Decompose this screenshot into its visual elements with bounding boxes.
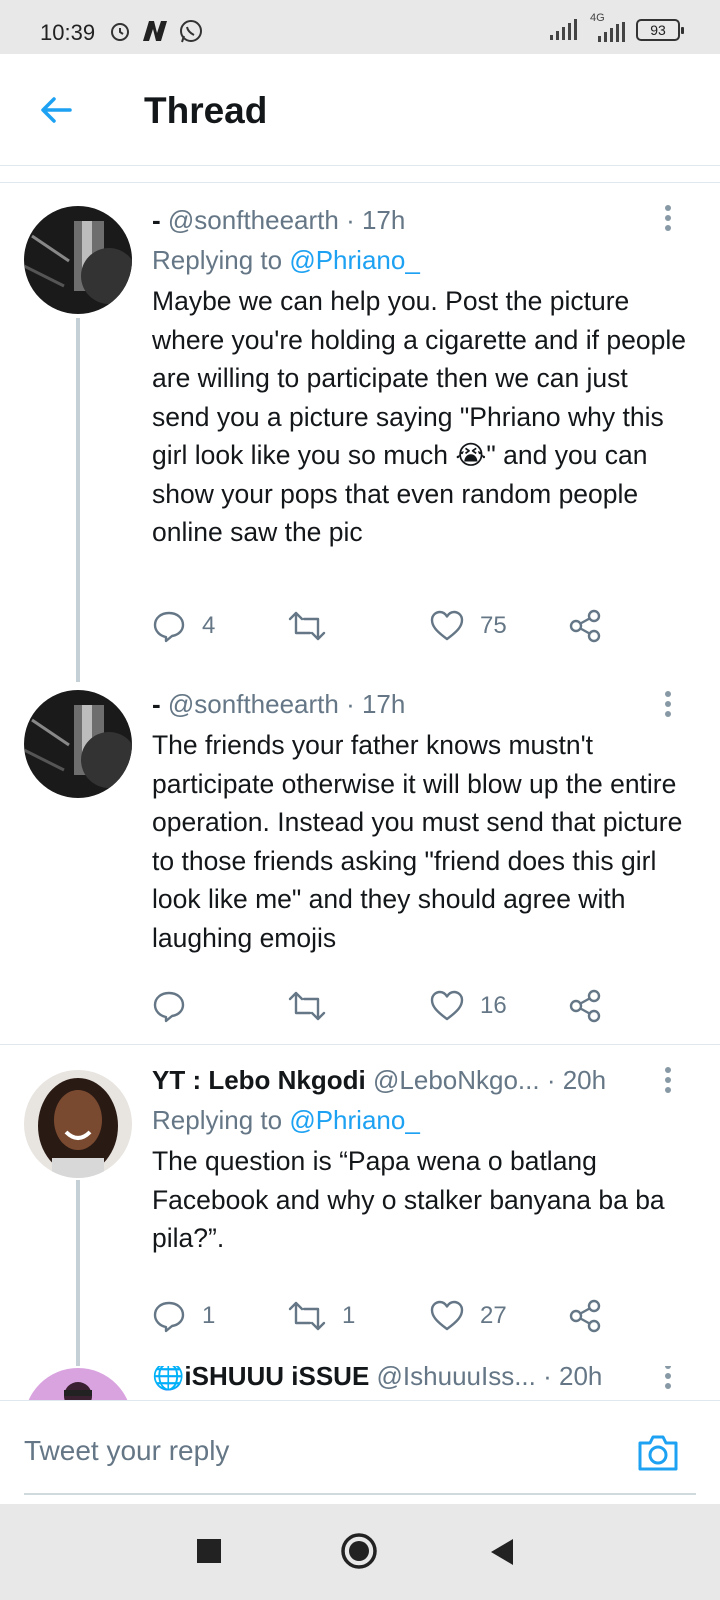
signal-4g-icon: 4G [588, 12, 626, 42]
n-app-icon [143, 21, 167, 41]
user-handle[interactable]: @LeboNkgo... [373, 1065, 540, 1095]
like-button[interactable]: 75 [430, 606, 507, 646]
tweet-header: 🌐iSHUUU iSSUE @IshuuuIss... · 20h [152, 1366, 688, 1396]
share-icon [569, 609, 601, 643]
reply-button[interactable]: 4 [152, 606, 215, 646]
tweet-actions: 1 1 27 [152, 1296, 612, 1336]
thread-connector-line [76, 318, 80, 682]
user-handle[interactable]: @IshuuuIss... [377, 1366, 536, 1391]
battery-icon: 93 [636, 19, 684, 41]
tweet-text: Maybe we can help you. Post the picture … [152, 286, 686, 547]
tweet-content: YT : Lebo Nkgodi @LeboNkgo... · 20h Repl… [152, 1060, 688, 1258]
battery-level: 93 [650, 22, 666, 38]
tweet-header: - @sonftheearth · 17h [152, 200, 688, 240]
retweet-icon [288, 611, 326, 641]
tweet-time: · 17h [346, 205, 406, 235]
camera-icon[interactable] [636, 1433, 680, 1473]
tweet-header: YT : Lebo Nkgodi @LeboNkgo... · 20h [152, 1060, 688, 1100]
heart-icon [430, 610, 464, 641]
recent-apps-button[interactable] [196, 1538, 222, 1564]
like-button[interactable]: 27 [430, 1296, 507, 1336]
user-handle[interactable]: @sonftheearth [168, 205, 339, 235]
avatar[interactable] [24, 690, 132, 798]
replying-to-label: Replying to [152, 245, 283, 275]
tweet[interactable]: - @sonftheearth · 17h Replying to @Phria… [0, 200, 720, 690]
retweet-count: 1 [342, 1302, 356, 1329]
back-arrow-icon[interactable] [36, 90, 76, 130]
tweet-time: · 17h [346, 689, 406, 719]
heart-icon [430, 990, 464, 1021]
tweet-content: - @sonftheearth · 17h Replying to @Phria… [152, 200, 688, 552]
reply-icon [153, 1301, 185, 1333]
share-icon [569, 1299, 601, 1333]
reply-count: 4 [202, 612, 216, 639]
replying-to: Replying to @Phriano_ [152, 1100, 688, 1140]
replying-to-link[interactable]: @Phriano_ [289, 245, 419, 275]
share-button[interactable] [568, 1296, 602, 1336]
signal-icon [550, 19, 577, 40]
system-nav-bar [0, 1504, 720, 1600]
reply-count: 1 [202, 1302, 216, 1329]
avatar[interactable] [24, 1368, 132, 1400]
like-button[interactable]: 16 [430, 986, 507, 1026]
tweet-header: - @sonftheearth · 17h [152, 684, 688, 724]
display-name[interactable]: - [152, 689, 161, 719]
user-handle[interactable]: @sonftheearth [168, 689, 339, 719]
tweet-content: 🌐iSHUUU iSSUE @IshuuuIss... · 20h [152, 1366, 688, 1396]
replying-to-link[interactable]: @Phriano_ [289, 1105, 419, 1135]
status-notification-icons [108, 18, 204, 44]
tweet-time: · 20h [546, 1065, 607, 1095]
tweet[interactable]: - @sonftheearth · 17h The friends your f… [0, 689, 720, 1045]
display-name[interactable]: - [152, 205, 161, 235]
status-bar: 10:39 4G 93 [0, 0, 720, 54]
retweet-button[interactable]: 1 [288, 1296, 355, 1336]
tweet-time: · 20h [543, 1366, 603, 1391]
tweet[interactable]: 🌐iSHUUU iSSUE @IshuuuIss... · 20h [0, 1366, 720, 1400]
share-icon [569, 989, 601, 1023]
reply-composer: Tweet your reply [0, 1400, 720, 1504]
replying-to: Replying to @Phriano_ [152, 240, 688, 280]
retweet-icon [288, 991, 326, 1021]
tweet-actions: 16 [152, 986, 612, 1026]
reply-button[interactable]: 1 [152, 1296, 215, 1336]
reply-input[interactable]: Tweet your reply [24, 1435, 229, 1467]
retweet-icon [288, 1301, 326, 1331]
retweet-button[interactable] [288, 606, 342, 646]
avatar[interactable] [24, 1070, 132, 1178]
avatar[interactable] [24, 206, 132, 314]
thread-connector-line [76, 1180, 80, 1366]
reply-icon [153, 991, 185, 1023]
display-name[interactable]: YT : Lebo Nkgodi [152, 1065, 366, 1095]
tweet-divider [0, 1044, 720, 1045]
whatsapp-icon [180, 20, 202, 43]
heart-icon [430, 1300, 464, 1331]
back-button[interactable] [490, 1538, 514, 1566]
tweet-text: The question is “Papa wena o batlang Fac… [152, 1146, 665, 1253]
tweet-actions: 4 75 [152, 606, 612, 646]
thread-header: Thread [0, 54, 720, 166]
status-time: 10:39 [40, 20, 96, 45]
reply-input-underline [24, 1493, 696, 1495]
like-count: 16 [480, 992, 507, 1019]
share-button[interactable] [568, 606, 602, 646]
share-button[interactable] [568, 986, 602, 1026]
status-right-icons: 4G 93 [548, 12, 684, 42]
header-divider [0, 182, 720, 183]
tweet[interactable]: YT : Lebo Nkgodi @LeboNkgo... · 20h Repl… [0, 1065, 720, 1366]
reply-icon [153, 611, 185, 643]
like-count: 27 [480, 1302, 507, 1329]
home-button[interactable] [340, 1532, 378, 1570]
retweet-button[interactable] [288, 986, 342, 1026]
alarm-icon [111, 23, 129, 41]
reply-button[interactable] [152, 986, 202, 1026]
display-name[interactable]: 🌐iSHUUU iSSUE [152, 1366, 369, 1391]
page-title: Thread [144, 90, 268, 131]
tweet-content: - @sonftheearth · 17h The friends your f… [152, 684, 688, 957]
like-count: 75 [480, 612, 507, 639]
tweet-text: The friends your father knows mustn't pa… [152, 730, 683, 953]
replying-to-label: Replying to [152, 1105, 283, 1135]
